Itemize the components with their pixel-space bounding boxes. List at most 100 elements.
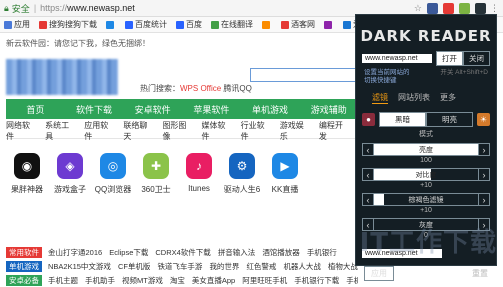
bookmark-star-icon[interactable]: ☆: [414, 3, 422, 14]
software-link[interactable]: 美女直播App: [192, 275, 235, 286]
category-nav-item[interactable]: 游戏娱乐: [280, 120, 308, 142]
bookmark-item[interactable]: [324, 20, 334, 29]
main-nav-item[interactable]: 安卓软件: [123, 103, 182, 116]
software-link[interactable]: 手机助手: [85, 275, 115, 286]
menu-icon[interactable]: ⋮: [490, 3, 499, 14]
decrease-arrow-icon[interactable]: ‹: [362, 168, 374, 181]
software-link[interactable]: 拼音输入法: [218, 247, 256, 258]
software-link[interactable]: 手机主题: [48, 275, 78, 286]
slider-value: +10: [420, 207, 432, 214]
apply-button[interactable]: 应用: [364, 266, 394, 281]
slider-value: +10: [420, 182, 432, 189]
software-row: 单机游戏 NBA2K15中文游戏 CF单机版 铁道飞车手游 我的世界 红色警戒 机器人大战植…: [6, 259, 358, 273]
app-tile[interactable]: ◈ 游戏盒子: [51, 153, 89, 213]
bookmark-item[interactable]: 酒客网: [281, 19, 315, 30]
dark-reader-title: DARK READER: [360, 27, 492, 45]
site-shortcut-hint[interactable]: 设置当前网站的 切换快捷键: [364, 69, 410, 85]
search-input[interactable]: [250, 68, 360, 82]
slider-track[interactable]: 亮度: [374, 143, 478, 156]
separator: |: [33, 3, 37, 13]
hot-search-link[interactable]: WPS Office: [180, 84, 221, 93]
hot-search-link[interactable]: 腾讯QQ: [221, 84, 251, 93]
increase-arrow-icon[interactable]: ›: [478, 143, 490, 156]
main-nav-item[interactable]: 游戏辅助: [299, 103, 358, 116]
category-nav-item[interactable]: 行业软件: [241, 120, 269, 142]
filter-slider[interactable]: ‹ 亮度 ›: [362, 143, 490, 156]
extension-icon[interactable]: [443, 2, 454, 14]
site-row: www.newasp.net 打开 关闭: [362, 51, 490, 66]
toggle-off-button[interactable]: 关闭: [463, 51, 490, 66]
extension-icon[interactable]: [427, 2, 438, 14]
row-tag: 常用软件: [6, 246, 42, 258]
software-link[interactable]: 视频MT游戏: [122, 275, 163, 286]
bookmark-item[interactable]: 百度统计: [125, 19, 167, 30]
bookmark-label: 应用: [14, 20, 30, 29]
bookmark-item[interactable]: 在线翻译: [211, 19, 253, 30]
main-nav-item[interactable]: 单机游戏: [241, 103, 300, 116]
software-link[interactable]: CF单机版: [118, 261, 151, 272]
bookmark-item[interactable]: 搜狗搜狗下载: [39, 19, 97, 30]
site-toggle-field[interactable]: www.newasp.net: [362, 54, 432, 63]
software-link[interactable]: 手机银行: [307, 247, 337, 258]
filter-slider[interactable]: ‹ 棕褐色滤镜 ›: [362, 193, 490, 206]
bookmark-favicon-icon: [39, 20, 47, 29]
reset-button[interactable]: 重置: [472, 268, 488, 279]
app-tile[interactable]: ✚ 360卫士: [137, 153, 175, 213]
main-nav-item[interactable]: 软件下载: [65, 103, 124, 116]
filter-slider[interactable]: ‹ 对比度 ›: [362, 168, 490, 181]
software-link[interactable]: 淘宝: [170, 275, 185, 286]
category-nav-item[interactable]: 系统工具: [45, 120, 73, 142]
software-link[interactable]: NBA2K15中文游戏: [48, 261, 111, 272]
mode-dark-button[interactable]: 黑暗: [379, 112, 426, 127]
increase-arrow-icon[interactable]: ›: [478, 168, 490, 181]
software-link[interactable]: 阿里旺旺手机: [242, 275, 287, 286]
dr-tab[interactable]: 更多: [440, 92, 456, 104]
software-link[interactable]: 我的世界: [209, 261, 239, 272]
lock-icon: 🔒︎: [4, 2, 9, 13]
software-link[interactable]: 铁道飞车手游: [157, 261, 202, 272]
mode-light-button[interactable]: 明亮: [426, 112, 473, 127]
site-logo[interactable]: [6, 59, 118, 95]
app-tile[interactable]: ▶ KK直播: [266, 153, 304, 213]
app-tile[interactable]: ◎ QQ浏览器: [94, 153, 132, 213]
category-nav-item[interactable]: 媒体软件: [202, 120, 230, 142]
url-text[interactable]: https://www.newasp.net: [40, 3, 410, 13]
software-link[interactable]: 手机银行: [346, 275, 358, 286]
bookmark-item[interactable]: 应用: [4, 19, 30, 30]
slider-track[interactable]: 棕褐色滤镜: [374, 193, 478, 206]
software-link[interactable]: 红色警戒: [246, 261, 276, 272]
dark-reader-extension-icon[interactable]: [475, 2, 486, 14]
bookmark-item[interactable]: [106, 20, 116, 29]
extension-icon[interactable]: [459, 2, 470, 14]
decrease-arrow-icon[interactable]: ‹: [362, 193, 374, 206]
software-link[interactable]: 植物大战: [328, 261, 358, 272]
software-link[interactable]: 酒馆播放器: [262, 247, 300, 258]
toggle-on-button[interactable]: 打开: [436, 51, 463, 66]
main-nav-item[interactable]: 苹果软件: [182, 103, 241, 116]
bookmark-label: 在线翻译: [221, 20, 253, 29]
bookmark-item[interactable]: 百度: [176, 19, 202, 30]
software-link[interactable]: Eclipse下载: [109, 247, 148, 258]
bookmark-item[interactable]: [262, 20, 272, 29]
category-nav-item[interactable]: 网络软件: [6, 120, 34, 142]
decrease-arrow-icon[interactable]: ‹: [362, 143, 374, 156]
category-nav-item[interactable]: 图形图像: [162, 120, 190, 142]
app-tile[interactable]: ◉ 果胖神器: [8, 153, 46, 213]
dr-tab[interactable]: 网站列表: [398, 92, 430, 104]
category-nav: 网络软件 系统工具 应用软件 联络聊天 图形图像 媒体软件 行业软件 游戏娱乐 编程开发: [6, 120, 358, 142]
slider-track[interactable]: 对比度: [374, 168, 478, 181]
app-tile[interactable]: ♪ Itunes: [180, 153, 218, 213]
category-nav-item[interactable]: 编程开发: [319, 120, 347, 142]
software-link[interactable]: CDRX4软件下载: [155, 247, 210, 258]
increase-arrow-icon[interactable]: ›: [478, 193, 490, 206]
url-host: www.newasp.net: [67, 3, 135, 13]
software-link[interactable]: 金山打字通2016: [48, 247, 102, 258]
category-nav-item[interactable]: 应用软件: [84, 120, 112, 142]
software-link[interactable]: 手机银行下载: [294, 275, 339, 286]
category-nav-item[interactable]: 联络聊天: [123, 120, 151, 142]
app-tile[interactable]: ⚙ 驱动人生6: [223, 153, 261, 213]
dr-tab[interactable]: 滤镜: [372, 92, 388, 104]
software-link[interactable]: 机器人大战: [283, 261, 321, 272]
bookmark-favicon-icon: [176, 20, 184, 29]
main-nav-item[interactable]: 首页: [6, 103, 65, 116]
